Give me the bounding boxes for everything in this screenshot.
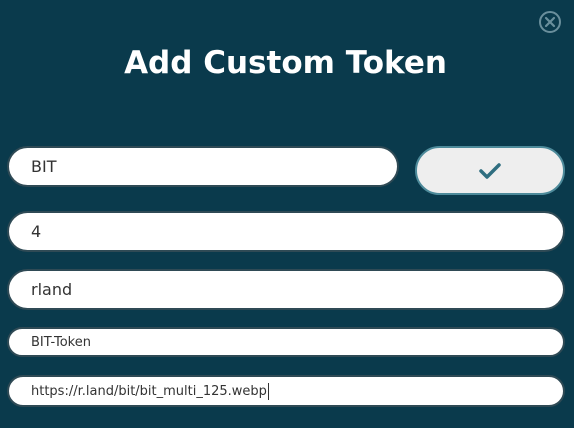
close-button[interactable] xyxy=(539,11,561,33)
token-decimals-input[interactable] xyxy=(31,222,563,241)
dialog-title: Add Custom Token xyxy=(124,45,447,81)
confirm-button[interactable] xyxy=(415,146,565,195)
token-network-input[interactable] xyxy=(31,280,563,299)
token-name-field[interactable] xyxy=(7,327,565,357)
checkmark-icon xyxy=(479,162,501,179)
token-symbol-field[interactable] xyxy=(7,146,399,187)
text-cursor xyxy=(267,382,269,400)
token-image-url-text[interactable]: https://r.land/bit/bit_multi_125.webp xyxy=(31,384,267,399)
token-name-input[interactable] xyxy=(31,334,563,350)
token-symbol-input[interactable] xyxy=(31,157,397,176)
token-image-url-field[interactable]: https://r.land/bit/bit_multi_125.webp xyxy=(7,375,565,407)
token-network-field[interactable] xyxy=(7,269,565,310)
close-icon xyxy=(544,16,556,28)
token-decimals-field[interactable] xyxy=(7,211,565,252)
